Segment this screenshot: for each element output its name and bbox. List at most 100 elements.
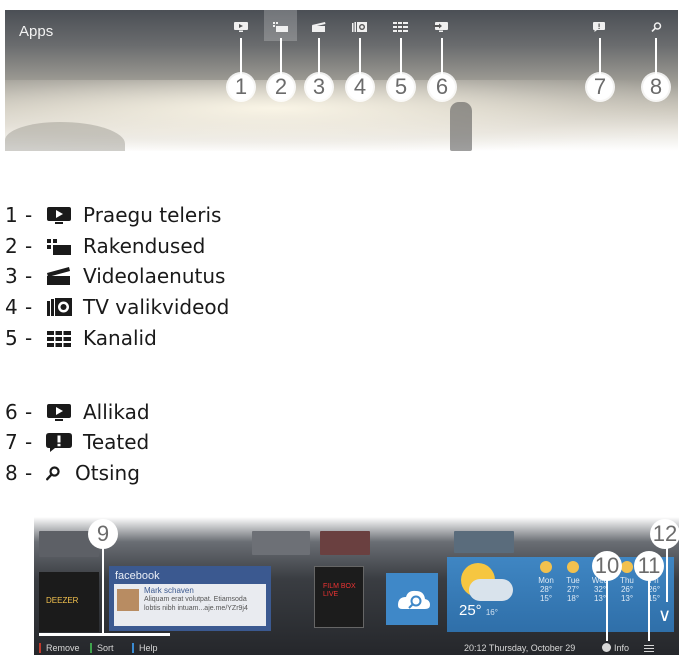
sun-icon <box>567 561 579 573</box>
forecast-high: 32° <box>593 585 607 594</box>
legend-separator: - <box>25 295 33 319</box>
catchup-icon[interactable] <box>352 22 367 32</box>
legend-separator: - <box>25 400 33 424</box>
tv-icon <box>47 404 71 421</box>
avatar <box>117 589 139 611</box>
notification-icon[interactable] <box>593 22 605 32</box>
legend-label: TV valikvideod <box>83 295 230 319</box>
info-label: Info <box>614 643 630 653</box>
callout-6: 6 <box>429 74 455 100</box>
callout-line <box>441 38 443 76</box>
info-button[interactable]: Info <box>602 643 629 653</box>
filmbox-tile[interactable]: FILM BOX LIVE <box>314 566 364 628</box>
legend-item: 1 - Praegu teleris <box>5 203 221 227</box>
callout-5: 5 <box>388 74 414 100</box>
forecast-low: 15° <box>647 594 661 603</box>
person-silhouette <box>450 102 472 151</box>
legend-number: 5 <box>5 326 18 350</box>
forecast-high: 27° <box>566 585 580 594</box>
forecast-high: 26° <box>647 585 661 594</box>
callout-3: 3 <box>306 74 332 100</box>
help-button[interactable]: Help <box>132 643 158 653</box>
legend-number: 8 <box>5 461 18 485</box>
callout-line <box>240 38 242 76</box>
sort-button[interactable]: Sort <box>90 643 114 653</box>
legend-item: 3 - Videolaenutus <box>5 264 225 288</box>
sun-icon <box>540 561 552 573</box>
legend-item: 4 - TV valikvideod <box>5 295 229 319</box>
channels-icon <box>47 331 71 347</box>
legend-number: 4 <box>5 295 18 319</box>
search-icon[interactable] <box>651 22 662 32</box>
callout-line <box>280 38 282 76</box>
forecast-day-name: Mon <box>538 576 554 585</box>
callout-line <box>599 38 601 76</box>
app-tile-faded[interactable] <box>252 531 310 555</box>
current-temperature: 25° 16° <box>459 602 498 619</box>
tv-icon[interactable] <box>234 22 248 32</box>
app-tile-faded[interactable] <box>454 531 514 553</box>
options-icon[interactable] <box>644 645 654 652</box>
facebook-title: facebook <box>115 570 160 582</box>
forecast-day-name: Tue <box>566 576 580 585</box>
callout-9: 9 <box>88 519 118 549</box>
legend-separator: - <box>25 264 33 288</box>
callout-2: 2 <box>268 74 294 100</box>
forecast-day-name: Thu <box>620 576 634 585</box>
legend-item: 2 - Rakendused <box>5 234 205 258</box>
sun-icon <box>621 561 633 573</box>
action-bar: Remove Sort Help 20:12 Thursday, October… <box>34 641 679 655</box>
temperature-low: 16° <box>485 608 498 617</box>
bottom-screenshot: DEEZER facebook Mark schaven Aliquam era… <box>34 517 679 655</box>
callout-line <box>400 38 402 76</box>
clapper-icon[interactable] <box>312 22 326 32</box>
deezer-tile[interactable]: DEEZER <box>39 572 99 632</box>
info-icon <box>602 643 611 652</box>
source-icon[interactable] <box>433 22 448 32</box>
legend-label: Videolaenutus <box>83 264 226 288</box>
forecast-high: 28° <box>539 585 553 594</box>
legend-label: Rakendused <box>83 234 206 258</box>
filmbox-logo: FILM BOX LIVE <box>323 583 356 598</box>
cloud-icon <box>469 579 513 601</box>
forecast-day: Tue 27° 18° <box>560 561 586 603</box>
callout-11: 11 <box>634 551 664 581</box>
legend-separator: - <box>25 326 33 350</box>
legend-item: 8 - Otsing <box>5 461 140 485</box>
catchup-icon <box>47 298 72 316</box>
page-title: Apps <box>19 23 54 40</box>
legend-label: Allikad <box>83 400 150 424</box>
legend-number: 3 <box>5 264 18 288</box>
search-app-tile[interactable] <box>386 573 438 625</box>
tv-icon <box>47 207 71 224</box>
legend-separator: - <box>25 203 33 227</box>
apps-icon[interactable] <box>273 22 288 32</box>
legend-label: Teated <box>83 430 150 454</box>
selection-frame <box>39 633 170 636</box>
callout-7: 7 <box>587 74 613 100</box>
chevron-down-icon[interactable]: ∨ <box>658 605 671 626</box>
channels-icon[interactable] <box>393 22 408 32</box>
legend-label: Otsing <box>75 461 140 485</box>
top-screenshot: Apps 1 2 3 4 5 6 7 8 <box>5 10 678 151</box>
deezer-logo: DEEZER <box>46 596 79 605</box>
legend-number: 7 <box>5 430 18 454</box>
post-text: Aliquam erat volutpat. Etiamsoda lobtis … <box>144 596 248 612</box>
app-tile-faded[interactable] <box>320 531 370 555</box>
forecast-low: 18° <box>566 594 580 603</box>
legend-item: 6 - Allikad <box>5 400 150 424</box>
callout-line <box>655 38 657 76</box>
facebook-tile[interactable]: facebook Mark schaven Aliquam erat volut… <box>109 566 271 631</box>
search-cloud-icon <box>398 590 430 609</box>
legend-separator: - <box>25 461 33 485</box>
notification-icon <box>46 433 72 452</box>
legend-number: 2 <box>5 234 18 258</box>
legend-number: 1 <box>5 203 18 227</box>
legend-separator: - <box>25 430 33 454</box>
forecast-low: 15° <box>539 594 553 603</box>
callout-line <box>102 542 104 634</box>
legend-item: 7 - Teated <box>5 430 149 454</box>
remove-button[interactable]: Remove <box>39 643 80 653</box>
callout-line <box>666 542 668 602</box>
callout-10: 10 <box>592 551 622 581</box>
